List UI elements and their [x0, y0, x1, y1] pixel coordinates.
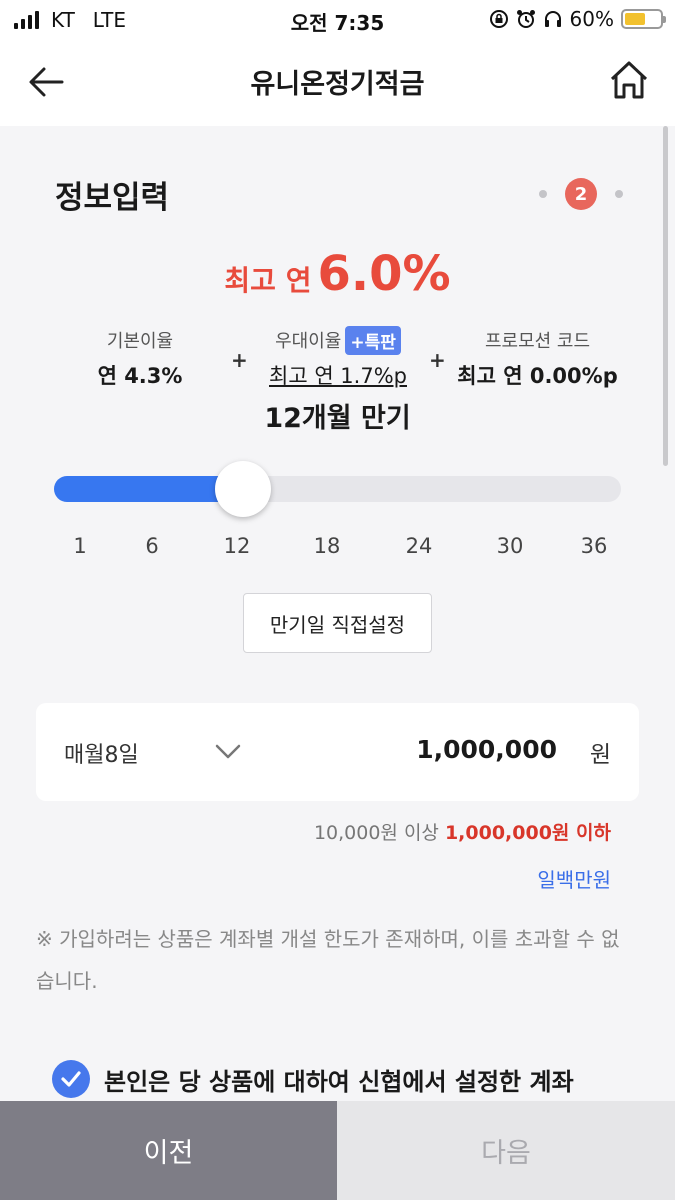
alarm-icon — [516, 10, 535, 28]
tick-label[interactable]: 30 — [497, 534, 524, 558]
current-step-badge: 2 — [565, 178, 597, 210]
tick-label[interactable]: 36 — [581, 534, 608, 558]
tick-label[interactable]: 18 — [314, 534, 341, 558]
rate-breakdown: 기본이율 연 4.3% + 우대이율 +특판 최고 연 1.7%p + 프로모션… — [0, 325, 675, 396]
prev-button[interactable]: 이전 — [0, 1101, 337, 1200]
base-rate-value: 연 4.3% — [97, 364, 183, 388]
rotation-lock-icon — [489, 10, 508, 28]
max-rate-value: 6.0% — [317, 246, 451, 302]
direct-maturity-setting-button[interactable]: 만기일 직접설정 — [243, 593, 432, 653]
amount-max: 1,000,000원 이하 — [444, 822, 611, 844]
term-slider-ticks: 1 6 12 18 24 30 36 — [0, 534, 675, 564]
amount-input-box: 매월8일 1,000,000 원 — [36, 703, 639, 801]
chevron-down-icon[interactable] — [214, 737, 242, 765]
app-header: 유니온정기적금 — [0, 40, 675, 126]
preferential-rate-link[interactable]: 최고 연 1.7%p — [248, 360, 428, 390]
battery-icon — [621, 9, 666, 29]
step-indicator: 2 — [539, 178, 623, 210]
preferential-rate-label-row: 우대이율 +특판 — [248, 325, 428, 355]
tick-label[interactable]: 12 — [224, 534, 251, 558]
battery-level-fill — [625, 13, 646, 25]
promo-rate-value: 최고 연 0.00%p — [457, 364, 618, 388]
step-dot — [539, 190, 547, 198]
promo-code-label: 프로모션 코드 — [484, 331, 591, 352]
main-content[interactable]: 정보입력 2 최고 연 6.0% 기본이율 연 4.3% + 우대이율 +특판 최… — [0, 126, 675, 1101]
base-rate-label: 기본이율 — [106, 331, 174, 352]
battery-percent: 60% — [569, 7, 614, 31]
max-rate-prefix: 최고 연 — [224, 264, 312, 297]
tick-label[interactable]: 24 — [406, 534, 433, 558]
amount-unit: 원 — [589, 742, 611, 768]
plus-sign: + — [231, 348, 248, 372]
page-title: 유니온정기적금 — [250, 69, 425, 100]
payment-day-select[interactable]: 매월8일 — [64, 737, 139, 769]
promo-rate: 프로모션 코드 최고 연 0.00%p — [445, 326, 630, 390]
headphones-icon — [544, 11, 561, 27]
step-dot — [615, 190, 623, 198]
status-bar: KT LTE 오전 7:35 60% — [0, 0, 675, 40]
preferential-rate: 우대이율 +특판 최고 연 1.7%p — [248, 325, 428, 390]
amount-limit: 10,000원 이상 1,000,000원 이하 — [314, 818, 611, 845]
term-slider-thumb[interactable] — [215, 461, 271, 517]
tick-label[interactable]: 6 — [145, 534, 158, 558]
bottom-nav: 이전 다음 — [0, 1101, 675, 1200]
account-limit-notice: ※ 가입하려는 상품은 계좌별 개설 한도가 존재하며, 이를 초과할 수 없습… — [36, 927, 620, 993]
base-rate: 기본이율 연 4.3% — [60, 326, 220, 390]
term-label: 12개월 만기 — [264, 403, 411, 434]
special-badge: +특판 — [345, 325, 401, 355]
checkmark-icon[interactable] — [52, 1060, 90, 1098]
agreement-checkbox[interactable]: 본인은 당 상품에 대하여 신협에서 설정한 계좌 — [52, 1060, 574, 1098]
home-icon[interactable] — [607, 58, 651, 102]
term-slider[interactable] — [54, 461, 621, 517]
preferential-rate-label: 우대이율 — [275, 331, 342, 352]
amount-min: 10,000원 이상 — [313, 822, 439, 844]
max-rate-headline: 최고 연 6.0% — [0, 246, 675, 302]
amount-input[interactable]: 1,000,000 — [416, 735, 557, 764]
amount-korean-text: 일백만원 — [537, 868, 611, 892]
section-title: 정보입력 — [55, 180, 170, 216]
agreement-text: 본인은 당 상품에 대하여 신협에서 설정한 계좌 — [104, 1067, 574, 1096]
plus-sign: + — [429, 348, 446, 372]
tick-label[interactable]: 1 — [73, 534, 86, 558]
next-button[interactable]: 다음 — [337, 1101, 675, 1200]
